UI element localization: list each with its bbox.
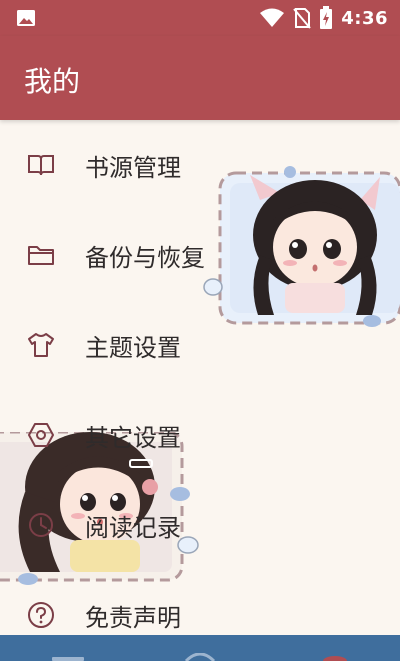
nav-explore-icon[interactable]: [183, 653, 217, 661]
menu-item-label: 阅读记录: [85, 514, 181, 542]
status-bar: 4:36: [0, 0, 400, 36]
menu-item-label: 书源管理: [85, 154, 181, 182]
t-shirt-icon: [28, 333, 54, 357]
nav-profile-icon[interactable]: [318, 655, 352, 661]
book-open-icon: [28, 155, 54, 176]
menu-item-label: 备份与恢复: [85, 244, 205, 272]
folder-icon: [28, 246, 54, 265]
menu-item-label: 其它设置: [85, 424, 181, 452]
wifi-icon: [260, 8, 285, 27]
page-title: 我的: [24, 65, 81, 98]
question-circle-icon: [28, 602, 54, 628]
menu-item-theme-settings[interactable]: 主题设置: [0, 300, 400, 390]
app-bar: 我的: [0, 36, 400, 120]
menu-item-other-settings[interactable]: 其它设置: [0, 390, 400, 480]
image-notification-icon: [17, 10, 35, 26]
menu-item-backup-restore[interactable]: 备份与恢复: [0, 210, 400, 300]
battery-charging-icon: [320, 6, 333, 29]
clock-icon: [29, 513, 53, 537]
menu-item-book-sources[interactable]: 书源管理: [0, 120, 400, 210]
hexagon-settings-icon: [28, 423, 54, 447]
bottom-navigation-bar: [0, 635, 400, 661]
clock-time: 4:36: [341, 7, 388, 29]
no-sim-icon: [293, 8, 311, 29]
menu-item-label: 主题设置: [85, 334, 181, 362]
nav-tab-icon[interactable]: [50, 653, 86, 661]
menu-item-reading-history[interactable]: 阅读记录: [0, 480, 400, 570]
menu-item-label: 免责声明: [85, 604, 181, 632]
